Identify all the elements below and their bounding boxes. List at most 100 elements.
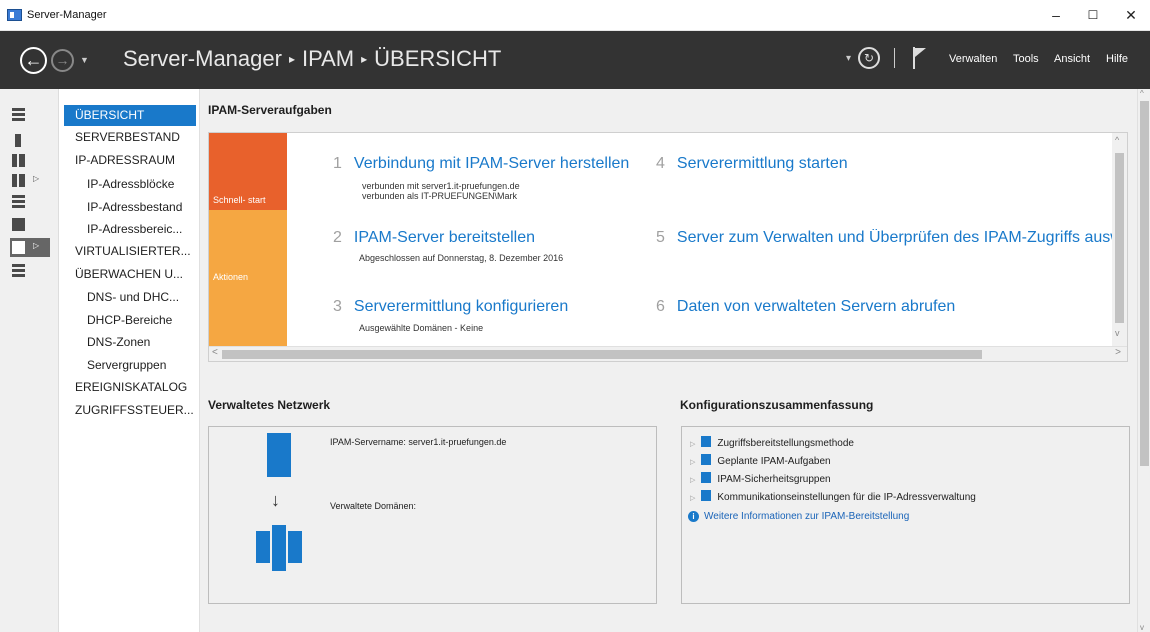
close-button[interactable]: ✕ [1115, 4, 1147, 26]
nav-item-ip-address-inventory[interactable]: IP-Adressbestand [64, 197, 196, 218]
managed-servers-icon [288, 531, 302, 563]
breadcrumb-ipam[interactable]: IPAM [302, 46, 354, 71]
scroll-up-icon[interactable]: ^ [1140, 89, 1144, 98]
config-item-scheduled-tasks[interactable]: ▷ Geplante IPAM-Aufgaben [690, 454, 831, 467]
task-select-servers[interactable]: 5 Server zum Verwalten und Überprüfen des… [656, 229, 1112, 247]
task-number: 2 [333, 229, 342, 246]
file-services-icon[interactable] [10, 261, 50, 280]
config-item-communication-settings[interactable]: ▷ Kommunikationseinstellungen für die IP-… [690, 490, 976, 503]
server-icon [701, 436, 712, 447]
network-heading: Verwaltetes Netzwerk [208, 398, 331, 412]
scroll-thumb[interactable] [1140, 101, 1149, 466]
tasks-vertical-scrollbar[interactable]: ^ v [1112, 133, 1127, 346]
nav-item-dns-dhcp[interactable]: DNS- und DHC... [64, 287, 196, 308]
task-retrieve-data[interactable]: 6 Daten von verwalteten Servern abrufen [656, 298, 955, 316]
calendar-icon [701, 454, 712, 465]
more-info-label: Weitere Informationen zur IPAM-Bereitste… [704, 511, 910, 522]
breadcrumb: Server-Manager ▸ IPAM ▸ ÜBERSICHT [123, 46, 501, 72]
dashboard-icon[interactable] [10, 105, 50, 124]
nav-item-server-groups[interactable]: Servergruppen [64, 355, 196, 376]
managed-domains-label: Verwaltete Domänen: [330, 501, 417, 511]
ipam-icon[interactable]: ▷ [10, 238, 50, 257]
task-configure-discovery[interactable]: 3 Serverermittlung konfigurieren [333, 298, 568, 316]
local-server-icon [15, 134, 21, 147]
task-number: 5 [656, 229, 665, 246]
nav-item-dns-zones[interactable]: DNS-Zonen [64, 332, 196, 353]
config-item-security-groups[interactable]: ▷ IPAM-Sicherheitsgruppen [690, 472, 831, 485]
nav-item-monitoring[interactable]: ÜBERWACHEN U... [64, 264, 196, 285]
breadcrumb-server-manager[interactable]: Server-Manager [123, 46, 282, 71]
dns-icon [12, 218, 25, 231]
task-provision-ipam-server[interactable]: 2 IPAM-Server bereitstellen [333, 229, 535, 247]
history-dropdown-icon[interactable]: ▼ [80, 55, 89, 65]
role-icon-strip: ▷ ▷ [0, 89, 59, 632]
scroll-right-icon[interactable]: > [1115, 347, 1121, 358]
task-label: Serverermittlung starten [676, 155, 848, 172]
back-arrow-icon[interactable]: ← [20, 47, 47, 74]
scroll-left-icon[interactable]: < [212, 347, 218, 358]
dns-icon[interactable] [10, 215, 50, 234]
menu-tools[interactable]: Tools [1013, 53, 1039, 65]
scroll-down-icon[interactable]: v [1140, 623, 1144, 632]
maximize-button[interactable]: ☐ [1077, 4, 1109, 26]
dhcp-icon[interactable] [10, 192, 50, 211]
expand-triangle-icon[interactable]: ▷ [690, 459, 695, 466]
server-name-label: IPAM-Servername: [330, 437, 406, 447]
managed-servers-icon [256, 531, 270, 563]
notifications-flag-icon[interactable] [913, 47, 927, 69]
menu-ansicht[interactable]: Ansicht [1054, 53, 1090, 65]
dhcp-icon [12, 195, 25, 208]
nav-item-event-catalog[interactable]: EREIGNISKATALOG [64, 377, 196, 398]
main-content: IPAM-Serveraufgaben Schnell- start Aktio… [200, 89, 1137, 632]
all-servers-icon [12, 154, 25, 167]
task-detail: verbunden als IT-PRUEFUNGEN\Mark [362, 191, 518, 201]
expand-triangle-icon[interactable]: ▷ [690, 441, 695, 448]
ad-ds-icon [12, 174, 25, 187]
nav-item-ip-address-blocks[interactable]: IP-Adressblöcke [64, 174, 196, 195]
task-label: Verbindung mit IPAM-Server herstellen [353, 155, 630, 172]
nav-item-dhcp-scopes[interactable]: DHCP-Bereiche [64, 310, 196, 331]
nav-item-access-control[interactable]: ZUGRIFFSSTEUER... [64, 400, 196, 421]
ad-ds-icon[interactable]: ▷ [10, 171, 50, 190]
task-label: Daten von verwalteten Servern abrufen [676, 298, 956, 315]
config-heading: Konfigurationszusammenfassung [680, 398, 874, 412]
nav-item-virtualized[interactable]: VIRTUALISIERTER... [64, 241, 196, 262]
minimize-button[interactable]: – [1040, 4, 1072, 26]
refresh-dropdown-icon[interactable]: ▾ [846, 53, 851, 64]
scroll-up-icon[interactable]: ^ [1115, 135, 1119, 145]
server-icon [701, 490, 712, 501]
task-start-discovery[interactable]: 4 Serverermittlung starten [656, 155, 848, 173]
more-info-link[interactable]: i Weitere Informationen zur IPAM-Bereitst… [688, 511, 909, 522]
menu-hilfe[interactable]: Hilfe [1106, 53, 1128, 65]
down-arrow-icon: ↓ [271, 490, 280, 510]
scroll-thumb[interactable] [222, 350, 982, 359]
expand-triangle-icon[interactable]: ▷ [690, 477, 695, 484]
main-vertical-scrollbar[interactable]: ^ v [1137, 89, 1150, 632]
actions-tile[interactable]: Aktionen [209, 210, 287, 287]
quickstart-tile[interactable]: Schnell- start [209, 133, 287, 210]
all-servers-icon[interactable] [10, 151, 50, 170]
actions-label: Aktionen [213, 272, 249, 282]
forward-arrow-icon[interactable]: → [51, 49, 74, 72]
config-item-access-method[interactable]: ▷ Zugriffsbereitstellungsmethode [690, 436, 854, 449]
refresh-icon[interactable]: ↻ [858, 47, 880, 69]
nav-item-ip-address-space[interactable]: IP-ADRESSRAUM [64, 150, 196, 171]
task-connect-ipam-server[interactable]: 1 Verbindung mit IPAM-Server herstellen [333, 155, 629, 173]
scroll-thumb[interactable] [1115, 153, 1124, 323]
scroll-down-icon[interactable]: v [1115, 328, 1120, 338]
tasks-panel: Schnell- start Aktionen 1 Verbindung mit … [208, 132, 1128, 362]
quickstart-label: Schnell- start [213, 195, 266, 205]
ipam-server-icon [267, 433, 291, 477]
task-label: IPAM-Server bereitstellen [353, 229, 536, 246]
header-divider [894, 48, 895, 68]
config-item-label: Geplante IPAM-Aufgaben [717, 456, 831, 467]
task-label: Serverermittlung konfigurieren [353, 298, 569, 315]
menu-verwalten[interactable]: Verwalten [949, 53, 997, 65]
nav-item-ip-address-range[interactable]: IP-Adressbereic... [64, 219, 196, 240]
nav-item-overview[interactable]: ÜBERSICHT [64, 105, 196, 126]
expand-triangle-icon[interactable]: ▷ [690, 495, 695, 502]
local-server-icon[interactable] [10, 131, 50, 150]
config-item-label: Zugriffsbereitstellungsmethode [717, 438, 854, 449]
nav-item-server-inventory[interactable]: SERVERBESTAND [64, 127, 196, 148]
tasks-horizontal-scrollbar[interactable]: < > [209, 346, 1127, 361]
